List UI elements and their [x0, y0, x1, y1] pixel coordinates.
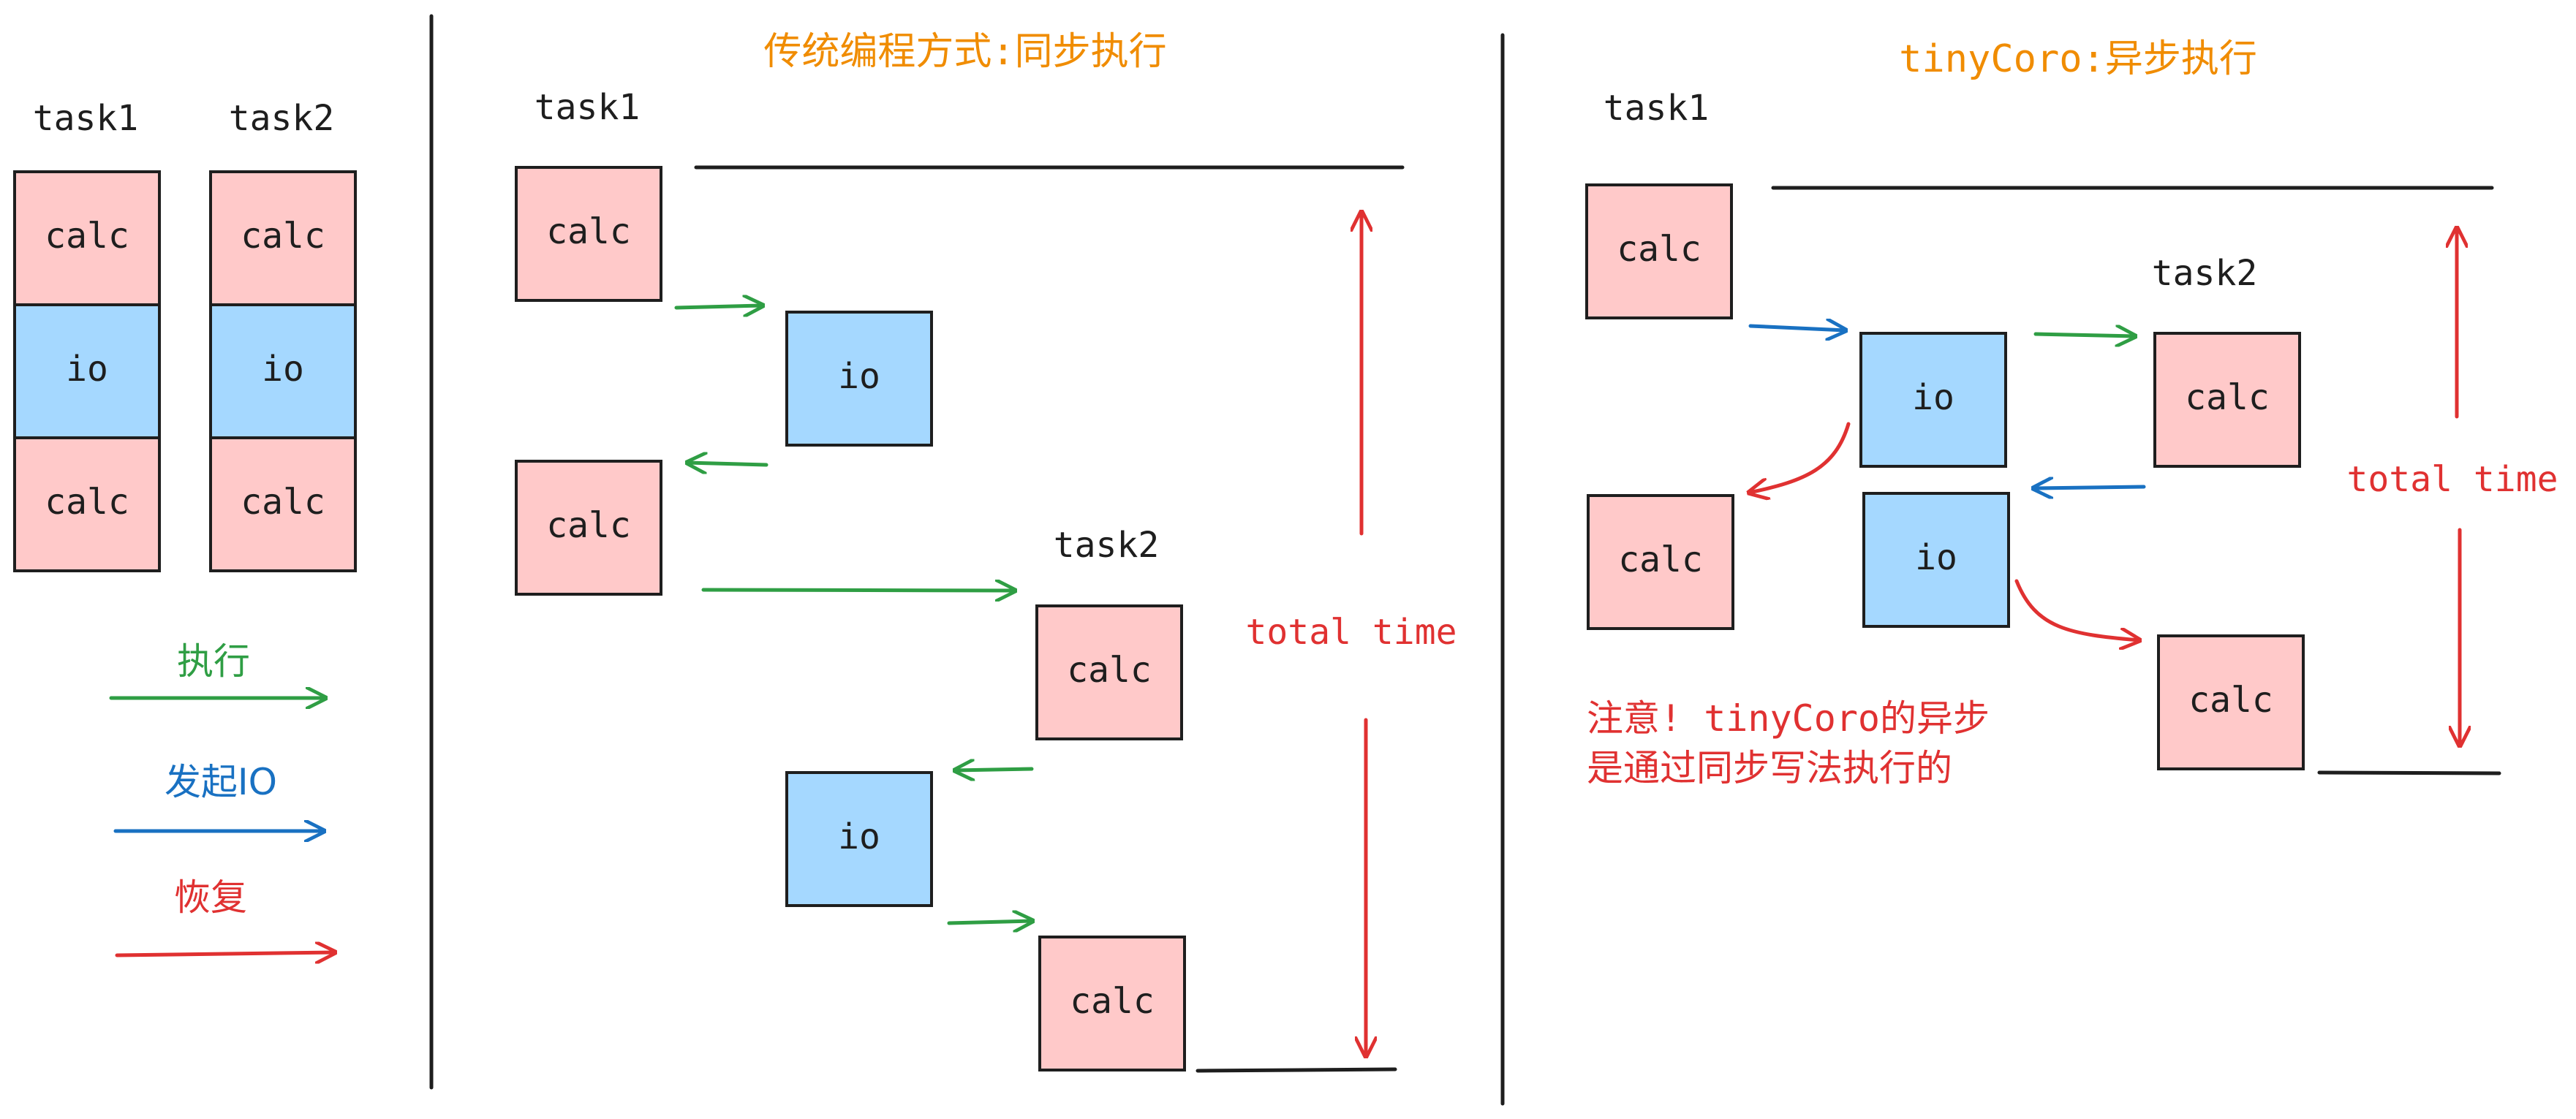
async-calc-3: calc	[1587, 494, 1734, 630]
async-task2-label: task2	[2152, 253, 2258, 294]
sync-panel: 传统编程方式:同步执行 task1 calc io calc task2 cal…	[515, 30, 1457, 1073]
box-label: calc	[2188, 680, 2273, 721]
sync-exec-arrow-5	[947, 921, 1032, 923]
legend-task1-label: task1	[33, 98, 139, 139]
sync-bottom-rule	[1196, 1067, 1397, 1073]
coroutine-diagram: task1 task2 calc io calc calc io calc 执行…	[13, 14, 2558, 1106]
box-label: io	[838, 816, 880, 857]
box-label: calc	[1070, 981, 1155, 1022]
async-calc-2: calc	[2153, 332, 2301, 468]
async-resume-arrow-2	[2014, 579, 2139, 640]
sync-total-time-label: total time	[1246, 612, 1457, 653]
legend-task2-io: io	[209, 303, 357, 439]
box-label: io	[66, 349, 108, 390]
sync-task2-label: task2	[1054, 525, 1160, 566]
async-start-io-arrow-2	[2033, 487, 2146, 488]
legend-resume-label: 恢复	[174, 876, 247, 919]
sync-exec-arrow-2	[687, 463, 768, 465]
box-label: calc	[241, 216, 325, 257]
sync-exec-arrow-3	[701, 590, 1015, 591]
async-note-line-1: 注意! tinyCoro的异步	[1587, 697, 1990, 740]
async-total-time-label: total time	[2347, 459, 2558, 500]
sync-exec-arrow-1	[674, 306, 763, 308]
box-label: io	[1912, 377, 1954, 418]
box-label: calc	[1618, 539, 1703, 580]
async-task1-label: task1	[1604, 88, 1710, 129]
async-panel: tinyCoro:异步执行 task1 calc io task2 calc c…	[1585, 37, 2558, 789]
sync-calc-4: calc	[1038, 936, 1186, 1071]
sync-calc-1: calc	[515, 166, 662, 302]
sync-exec-arrow-4	[955, 769, 1034, 770]
legend-task1-calc-top: calc	[13, 170, 161, 306]
sync-calc-3: calc	[1035, 604, 1183, 740]
box-label: io	[262, 349, 304, 390]
legend-start-io-label: 发起IO	[165, 761, 277, 803]
sync-io-2: io	[785, 771, 933, 907]
box-label: calc	[1067, 650, 1152, 691]
async-calc-1: calc	[1585, 183, 1733, 319]
async-exec-arrow-1	[2033, 334, 2135, 336]
legend-task1-io: io	[13, 303, 161, 439]
async-title: tinyCoro:异步执行	[1899, 37, 2257, 81]
legend-task2-calc-bottom: calc	[209, 436, 357, 572]
async-io-2: io	[1862, 492, 2010, 628]
box-label: calc	[241, 482, 325, 523]
legend-exec-label: 执行	[177, 640, 250, 683]
box-label: io	[1915, 537, 1957, 578]
sync-calc-2: calc	[515, 460, 662, 596]
async-calc-4: calc	[2157, 634, 2305, 770]
box-label: calc	[1617, 229, 1701, 270]
box-label: calc	[546, 211, 631, 252]
box-label: calc	[45, 482, 129, 523]
legend-task2-label: task2	[229, 98, 335, 139]
legend-panel: task1 task2 calc io calc calc io calc 执行…	[13, 98, 357, 955]
async-io-1: io	[1859, 332, 2007, 468]
legend-task1-calc-bottom: calc	[13, 436, 161, 572]
box-label: calc	[546, 505, 631, 546]
box-label: io	[838, 356, 880, 397]
legend-task2-calc-top: calc	[209, 170, 357, 306]
sync-task1-label: task1	[535, 87, 641, 128]
async-note-line-2: 是通过同步写法执行的	[1587, 747, 1952, 789]
async-start-io-arrow-1	[1748, 326, 1846, 330]
box-label: calc	[45, 216, 129, 257]
sync-io-1: io	[785, 311, 933, 447]
box-label: calc	[2185, 377, 2270, 418]
sync-title: 传统编程方式:同步执行	[763, 30, 1166, 74]
legend-resume-arrow	[115, 952, 335, 955]
async-resume-arrow-1	[1749, 422, 1851, 493]
